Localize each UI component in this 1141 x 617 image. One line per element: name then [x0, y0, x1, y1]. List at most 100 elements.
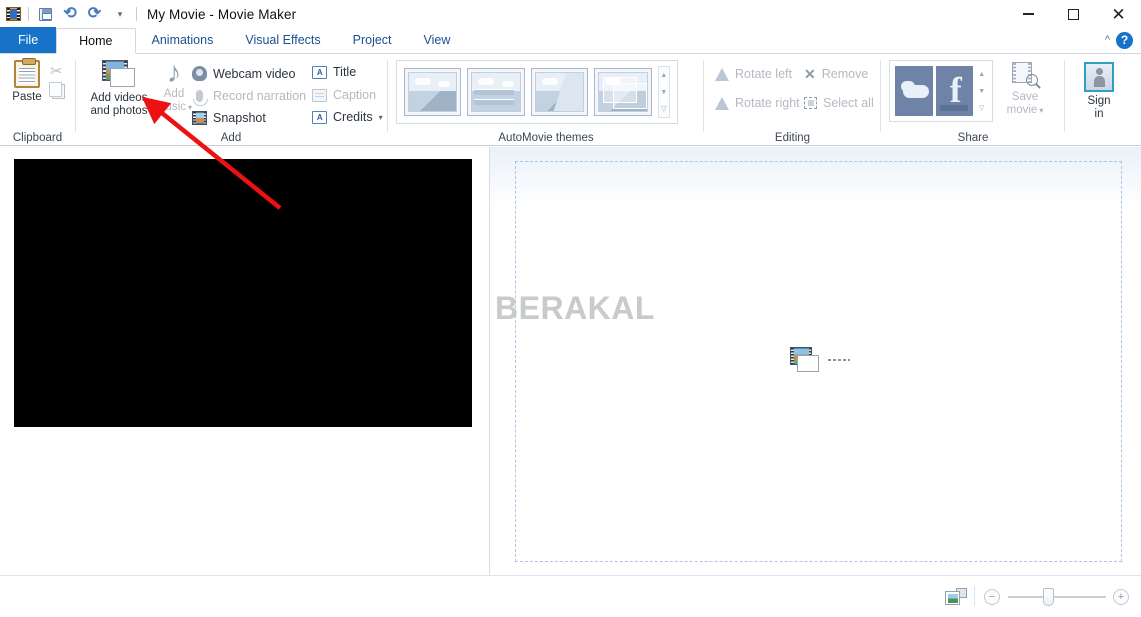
film-strip-icon — [6, 7, 21, 22]
share-gallery[interactable]: f ▲ ▼ ▽ — [889, 60, 993, 122]
paste-button[interactable]: Paste — [6, 60, 48, 103]
zoom-slider-track[interactable] — [1008, 596, 1106, 598]
storyboard-view-icon[interactable] — [945, 588, 967, 606]
select-all-icon — [804, 97, 817, 109]
tab-visual-effects[interactable]: Visual Effects — [229, 27, 336, 53]
group-label-clipboard: Clipboard — [0, 132, 75, 144]
remove-button[interactable]: ✕ Remove — [804, 67, 868, 81]
caption-icon — [312, 89, 327, 102]
sign-in-button[interactable]: Sign in — [1068, 62, 1130, 121]
snapshot-button[interactable]: Snapshot — [192, 111, 266, 125]
add-videos-label-1: Add videos — [91, 92, 148, 105]
tab-file[interactable]: File — [0, 27, 56, 53]
video-photo-icon — [102, 60, 136, 88]
save-icon[interactable] — [36, 5, 54, 23]
window-controls: ✕ — [1006, 0, 1141, 28]
theme-item-1[interactable] — [404, 68, 461, 116]
save-movie-icon — [1012, 62, 1038, 87]
theme-item-2[interactable] — [467, 68, 524, 116]
help-icon[interactable]: ? — [1116, 32, 1133, 49]
ribbon-divider-5 — [1064, 60, 1065, 132]
tab-home[interactable]: Home — [56, 28, 135, 54]
tab-animations[interactable]: Animations — [136, 27, 230, 53]
clipboard-icon — [14, 60, 40, 88]
ribbon-divider-4 — [880, 60, 881, 132]
share-more-icon[interactable]: ▽ — [976, 99, 987, 116]
copy-icon[interactable] — [52, 84, 65, 99]
snapshot-label: Snapshot — [213, 111, 266, 125]
video-photo-placeholder-icon — [790, 347, 820, 373]
tab-project[interactable]: Project — [337, 27, 408, 53]
movie-maker-window: ⟲ ⟲ ▾ My Movie - Movie Maker ✕ File Home… — [0, 0, 1141, 617]
microphone-icon — [196, 90, 203, 102]
collapse-ribbon-chevron-up-icon[interactable]: ^ — [1105, 34, 1110, 46]
rotate-right-icon — [714, 96, 729, 110]
status-bar-divider — [974, 586, 975, 606]
ribbon-group-clipboard: Paste ✂ Clipboard — [0, 54, 75, 146]
ribbon-group-share: f ▲ ▼ ▽ Save movie ▾ Share — [883, 54, 1063, 146]
share-scrollbar[interactable]: ▲ ▼ ▽ — [976, 66, 987, 116]
maximize-button[interactable] — [1051, 0, 1096, 28]
automovie-themes-gallery[interactable]: ▲ ▼ ▽ — [396, 60, 678, 124]
rotate-right-label: Rotate right — [735, 96, 800, 110]
sign-in-label-2: in — [1095, 108, 1104, 121]
paste-label: Paste — [12, 91, 41, 103]
title-label: Title — [333, 65, 356, 79]
ribbon-group-automovie-themes: ▲ ▼ ▽ AutoMovie themes — [390, 54, 702, 146]
ribbon-group-editing: Rotate left Rotate right ✕ Remove Select… — [706, 54, 879, 146]
select-all-label: Select all — [823, 96, 874, 110]
add-videos-and-photos-button[interactable]: Add videos and photos — [84, 60, 154, 118]
undo-icon[interactable]: ⟲ — [61, 5, 79, 23]
save-movie-label-2: movie — [1007, 104, 1038, 117]
share-scroll-up-icon[interactable]: ▲ — [976, 66, 987, 83]
themes-scrollbar[interactable]: ▲ ▼ ▽ — [658, 66, 670, 118]
zoom-in-button[interactable]: + — [1113, 589, 1129, 605]
close-button[interactable]: ✕ — [1096, 0, 1141, 28]
window-title: My Movie - Movie Maker — [147, 7, 296, 22]
group-label-automovie-themes: AutoMovie themes — [390, 132, 702, 144]
credits-text-icon: A — [312, 111, 327, 124]
rotate-right-button[interactable]: Rotate right — [714, 96, 800, 110]
rotate-left-button[interactable]: Rotate left — [714, 67, 792, 81]
themes-scroll-up-icon[interactable]: ▲ — [659, 67, 669, 84]
credits-chevron-down-icon[interactable]: ▾ — [379, 113, 383, 122]
credits-button[interactable]: A Credits ▾ — [312, 110, 383, 124]
theme-item-3[interactable] — [531, 68, 588, 116]
sign-in-label-1: Sign — [1087, 95, 1110, 108]
video-preview[interactable] — [14, 159, 472, 427]
save-movie-button[interactable]: Save movie ▾ — [999, 62, 1051, 117]
ribbon-group-signin: Sign in — [1066, 54, 1136, 146]
qat-customize-chevron-down-icon[interactable]: ▾ — [111, 5, 129, 23]
themes-scroll-down-icon[interactable]: ▼ — [659, 84, 669, 101]
caption-label: Caption — [333, 88, 376, 102]
title-button[interactable]: A Title — [312, 65, 356, 79]
select-all-button[interactable]: Select all — [804, 96, 874, 110]
redo-icon[interactable]: ⟲ — [86, 5, 104, 23]
facebook-tile[interactable]: f — [936, 66, 974, 116]
theme-item-4[interactable] — [594, 68, 651, 116]
zoom-slider-thumb[interactable] — [1043, 588, 1054, 606]
rotate-left-label: Rotate left — [735, 67, 792, 81]
preview-pane: 00:00,00/00:00,00 ↗ ◀❙ ▶ ❙▶ — [0, 147, 489, 575]
caption-button: Caption — [312, 88, 376, 102]
themes-more-icon[interactable]: ▽ — [659, 100, 669, 117]
record-narration-button: Record narration ▾ — [192, 89, 316, 103]
save-movie-chevron-down-icon[interactable]: ▾ — [1039, 106, 1043, 115]
music-note-icon: ♪ — [167, 60, 182, 86]
tab-view[interactable]: View — [408, 27, 467, 53]
watermark-text: BERAKAL — [495, 290, 655, 327]
onedrive-tile[interactable] — [895, 66, 933, 116]
add-music-label-1: Add — [164, 88, 184, 101]
qat-divider — [28, 7, 29, 21]
group-label-editing: Editing — [706, 132, 879, 144]
scissors-icon[interactable]: ✂ — [50, 62, 63, 80]
user-account-icon — [1084, 62, 1114, 92]
minimize-button[interactable] — [1006, 0, 1051, 28]
tab-strip-right: ^ ? — [1105, 27, 1141, 53]
share-scroll-down-icon[interactable]: ▼ — [976, 83, 987, 100]
webcam-icon — [192, 66, 207, 81]
webcam-video-button[interactable]: Webcam video — [192, 66, 295, 81]
status-bar — [0, 575, 1141, 617]
zoom-out-button[interactable]: − — [984, 589, 1000, 605]
group-label-add: Add — [76, 132, 386, 144]
